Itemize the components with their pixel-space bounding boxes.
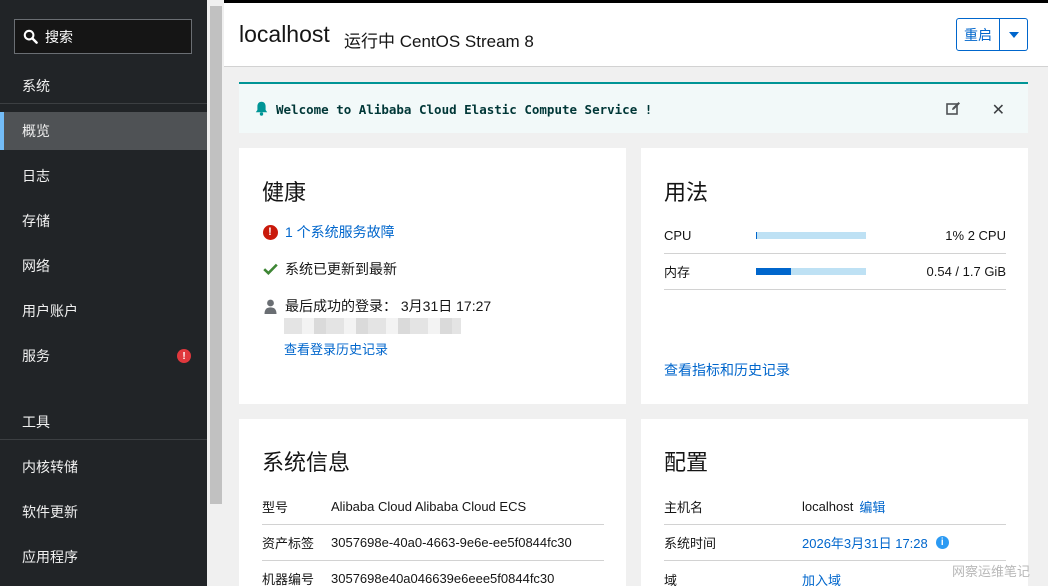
edit-icon[interactable] xyxy=(946,101,961,116)
search-icon xyxy=(23,29,38,44)
system-time-link[interactable]: 2026年3月31日 17:28 xyxy=(802,533,928,552)
updates-row: 系统已更新到最新 xyxy=(262,259,397,279)
watermark: 网察运维笔记 xyxy=(951,564,1030,579)
hostname-value: localhost xyxy=(802,499,854,514)
machine-id-value: 3057698e40a046639e6eee5f0844fc30 xyxy=(331,571,555,586)
cpu-usage-fill xyxy=(756,232,758,239)
restart-dropdown-toggle[interactable] xyxy=(1000,18,1028,51)
join-domain-link[interactable]: 加入域 xyxy=(802,570,841,586)
motd-banner: Welcome to Alibaba Cloud Elastic Compute… xyxy=(239,82,1028,133)
memory-usage-row: 内存 0.54 / 1.7 GiB xyxy=(664,254,1006,290)
memory-usage-bar xyxy=(756,268,866,275)
error-icon: ! xyxy=(262,224,278,240)
usage-title: 用法 xyxy=(664,180,709,205)
cpu-label: CPU xyxy=(664,228,692,243)
sidebar-item-updates[interactable]: 软件更新 xyxy=(0,493,207,531)
asset-tag-key: 资产标签 xyxy=(262,536,315,551)
redacted-ip xyxy=(284,318,461,334)
memory-label: 内存 xyxy=(664,265,691,280)
last-login-row: 最后成功的登录： 3月31日 17:27 xyxy=(262,296,491,316)
memory-value: 0.54 / 1.7 GiB xyxy=(926,264,1007,279)
sidebar-section-system: 系统 xyxy=(0,68,207,104)
domain-key: 域 xyxy=(664,572,678,586)
sidebar-item-label: 服务 xyxy=(22,348,50,364)
hostname-key: 主机名 xyxy=(664,500,704,515)
last-login-text: 最后成功的登录： 3月31日 17:27 xyxy=(285,298,492,314)
service-failure-link[interactable]: 1 个系统服务故障 xyxy=(285,222,395,242)
check-icon-wrap xyxy=(262,263,278,275)
check-icon xyxy=(262,263,278,275)
model-key: 型号 xyxy=(262,500,289,515)
configuration-title: 配置 xyxy=(664,450,709,475)
machine-id-row: 机器编号 3057698e40a046639e6eee5f0844fc30 xyxy=(262,561,604,586)
search-label: 搜索 xyxy=(45,28,73,45)
login-history-link[interactable]: 查看登录历史记录 xyxy=(284,339,388,358)
sidebar-item-label: 概览 xyxy=(22,123,50,139)
cpu-usage-bar xyxy=(756,232,866,239)
usage-card: 用法 CPU 1% 2 CPU 内存 0.54 / 1.7 GiB 查看指标和历… xyxy=(641,148,1028,404)
cpu-value: 1% 2 CPU xyxy=(945,228,1006,243)
page-header: localhost 运行中 CentOS Stream 8 重启 xyxy=(224,0,1048,67)
sidebar-item-label: 网络 xyxy=(22,258,50,274)
asset-tag-row: 资产标签 3057698e-40a0-4663-9e6e-ee5f0844fc3… xyxy=(262,525,604,561)
sidebar-item-label: 应用程序 xyxy=(22,549,78,565)
sidebar-item-label: 用户账户 xyxy=(22,303,78,319)
error-icon-wrap: ! xyxy=(262,224,278,240)
user-icon xyxy=(264,299,276,314)
bell-icon xyxy=(255,101,268,116)
health-title: 健康 xyxy=(262,180,307,205)
sidebar-item-kdump[interactable]: 内核转储 xyxy=(0,448,207,486)
metrics-history-link[interactable]: 查看指标和历史记录 xyxy=(664,360,790,380)
cpu-usage-row: CPU 1% 2 CPU xyxy=(664,218,1006,254)
model-row: 型号 Alibaba Cloud Alibaba Cloud ECS xyxy=(262,489,604,525)
sidebar-item-label: 存储 xyxy=(22,213,50,229)
hostname-title: localhost xyxy=(239,21,330,47)
restart-button-group: 重启 xyxy=(956,18,1028,51)
close-icon[interactable]: ✕ xyxy=(992,100,1005,120)
sidebar-item-logs[interactable]: 日志 xyxy=(0,157,207,195)
updates-status: 系统已更新到最新 xyxy=(285,261,397,277)
memory-usage-fill xyxy=(756,268,792,275)
chevron-down-icon xyxy=(1008,31,1019,38)
sidebar-item-storage[interactable]: 存储 xyxy=(0,202,207,240)
sidebar-item-networking[interactable]: 网络 xyxy=(0,247,207,285)
host-status: 运行中 CentOS Stream 8 xyxy=(344,32,534,51)
sidebar-item-overview[interactable]: 概览 xyxy=(0,112,207,150)
hostname-row: 主机名 localhost 编辑 xyxy=(664,489,1006,525)
motd-text: Welcome to Alibaba Cloud Elastic Compute… xyxy=(276,102,653,117)
sidebar: 搜索 系统 概览 日志 存储 网络 用户账户 服务 ! 工具 内核转储 软件更新… xyxy=(0,0,207,586)
sidebar-item-services[interactable]: 服务 ! xyxy=(0,337,207,375)
user-icon-wrap xyxy=(262,299,278,314)
scrollbar-thumb[interactable] xyxy=(210,6,222,504)
service-failure-row: ! 1 个系统服务故障 xyxy=(262,222,395,242)
info-icon[interactable]: i xyxy=(935,536,949,549)
sidebar-section-tools: 工具 xyxy=(0,404,207,440)
edit-hostname-link[interactable]: 编辑 xyxy=(859,497,885,516)
sidebar-item-apps[interactable]: 应用程序 xyxy=(0,538,207,576)
services-error-icon: ! xyxy=(177,349,191,363)
health-card: 健康 ! 1 个系统服务故障 系统已更新到最新 最后成功的登录： 3月31日 1… xyxy=(239,148,626,404)
sidebar-item-label: 内核转储 xyxy=(22,459,78,475)
sidebar-item-label: 日志 xyxy=(22,168,50,184)
restart-button[interactable]: 重启 xyxy=(956,18,1000,51)
search-input[interactable]: 搜索 xyxy=(14,19,192,54)
system-time-row: 系统时间 2026年3月31日 17:28 i xyxy=(664,525,1006,561)
system-time-key: 系统时间 xyxy=(664,536,717,551)
model-value: Alibaba Cloud Alibaba Cloud ECS xyxy=(331,499,527,514)
asset-tag-value: 3057698e-40a0-4663-9e6e-ee5f0844fc30 xyxy=(331,535,572,550)
sidebar-item-accounts[interactable]: 用户账户 xyxy=(0,292,207,330)
system-info-card: 系统信息 型号 Alibaba Cloud Alibaba Cloud ECS … xyxy=(239,419,626,586)
machine-id-key: 机器编号 xyxy=(262,572,315,586)
sidebar-item-label: 软件更新 xyxy=(22,504,78,520)
system-info-title: 系统信息 xyxy=(262,450,351,475)
